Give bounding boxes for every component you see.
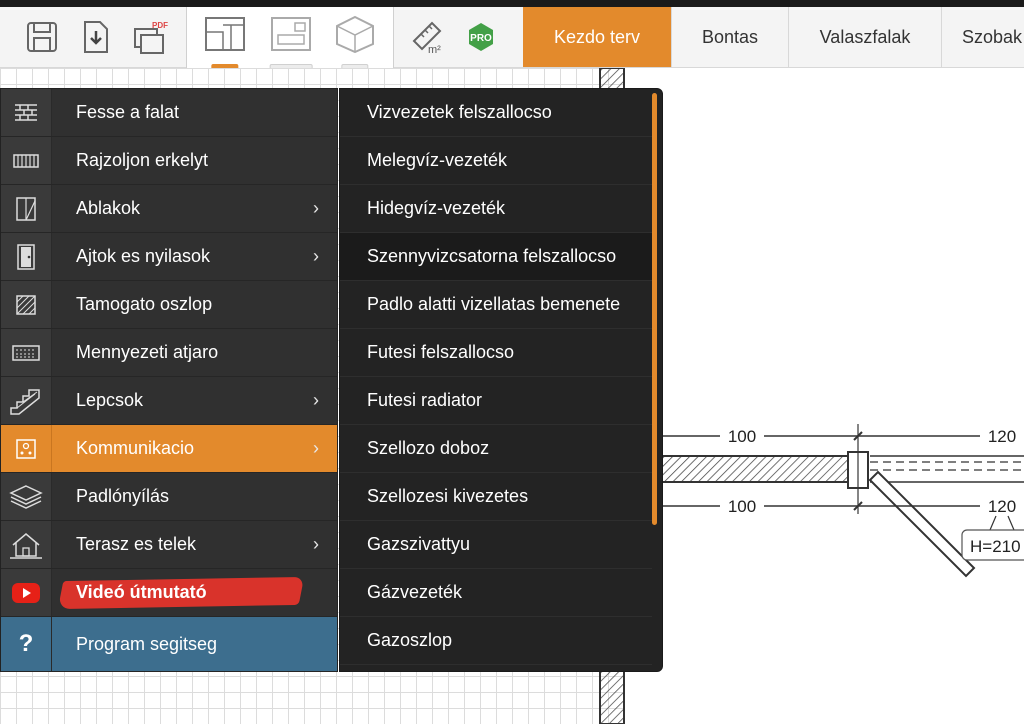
- dimension-top-b: 120: [988, 427, 1016, 446]
- dimension-top-a: 100: [728, 427, 756, 446]
- pdf-export-icon[interactable]: PDF: [132, 19, 168, 55]
- door-icon: [1, 233, 52, 280]
- ceiling-opening-icon: [1, 329, 52, 376]
- menu-item-lepcsok[interactable]: Lepcsok ›: [1, 377, 337, 425]
- floor-opening-icon: [1, 473, 52, 520]
- submenu-item[interactable]: Gazoszlop: [340, 617, 652, 665]
- submenu-item[interactable]: Szellozesi kivezetes: [340, 473, 652, 521]
- chevron-right-icon: ›: [313, 246, 319, 266]
- submenu-item[interactable]: Padlo alatti vizellatas bemenete: [340, 281, 652, 329]
- dimension-bottom-a: 100: [728, 497, 756, 516]
- menu-item-label: Kommunikacio: [76, 438, 195, 458]
- window-top-strip: [0, 0, 1024, 7]
- wall-horizontal: [661, 455, 851, 483]
- chevron-right-icon: ›: [313, 198, 319, 218]
- menu-item-label: Videó útmutató: [76, 582, 207, 602]
- save-icon[interactable]: [24, 19, 60, 55]
- kommunikacio-submenu: Vizvezetek felszallocso Melegvíz-vezeték…: [339, 88, 663, 672]
- utilities-icon: [1, 425, 52, 472]
- submenu-item-hovered[interactable]: Szennyvizcsatorna felszallocso: [340, 233, 652, 281]
- dimension-bottom-b: 120: [988, 497, 1016, 516]
- menu-item-program-segitseg[interactable]: ? Program segitseg: [1, 617, 337, 672]
- menu-item-fesse-a-falat[interactable]: Fesse a falat: [1, 89, 337, 137]
- submenu-item[interactable]: Gazszivattyu: [340, 521, 652, 569]
- furniture-plan-icon: [269, 15, 313, 53]
- menu-item-label: Ajtok es nyilasok: [76, 246, 211, 266]
- menu-item-label: Program segitseg: [76, 633, 218, 654]
- stairs-icon: [1, 377, 52, 424]
- submenu-item-label: Melegvíz-vezeték: [367, 150, 508, 170]
- submenu-item-label: Hidegvíz-vezeték: [367, 198, 506, 218]
- menu-item-kommunikacio[interactable]: Kommunikacio ›: [1, 425, 337, 473]
- menu-item-label: Fesse a falat: [76, 102, 180, 122]
- submenu-item-label: Vizvezetek felszallocso: [367, 102, 552, 122]
- menu-item-label: Mennyezeti atjaro: [76, 342, 219, 362]
- chevron-right-icon: ›: [313, 438, 319, 458]
- menu-item-ablakok[interactable]: Ablakok ›: [1, 185, 337, 233]
- menu-item-label: Tamogato oszlop: [76, 294, 213, 314]
- brick-wall-icon: [1, 89, 52, 136]
- menu-item-ajtok-es-nyilasok[interactable]: Ajtok es nyilasok ›: [1, 233, 337, 281]
- submenu-item-label: Szennyvizcsatorna felszallocso: [367, 246, 617, 266]
- area-m2-icon[interactable]: m²: [410, 19, 446, 55]
- submenu-item-label: Futesi radiator: [367, 390, 483, 410]
- youtube-icon: [1, 569, 52, 616]
- tab-bontas[interactable]: Bontas: [671, 7, 788, 67]
- svg-text:PRO: PRO: [470, 33, 492, 44]
- menu-item-video-utmutato[interactable]: Videó útmutató: [1, 569, 337, 617]
- menu-item-label: Lepcsok: [76, 390, 144, 410]
- menu-item-padlonyilas[interactable]: Padlónyílás: [1, 473, 337, 521]
- submenu-item-label: Gazoszlop: [367, 630, 453, 650]
- house-plot-icon: [1, 521, 52, 568]
- view-walls-button[interactable]: Falak: [261, 11, 321, 82]
- chevron-right-icon: ›: [313, 534, 319, 554]
- menu-item-label: Ablakok: [76, 198, 141, 218]
- menu-item-label: Terasz es telek: [76, 534, 197, 554]
- submenu-item-label: Gazszivattyu: [367, 534, 471, 554]
- submenu-scrollbar[interactable]: [652, 93, 657, 525]
- submenu-item[interactable]: Szellozo doboz: [340, 425, 652, 473]
- tab-valaszfalak[interactable]: Valaszfalak: [788, 7, 941, 67]
- import-icon[interactable]: [78, 19, 114, 55]
- chevron-right-icon: ›: [313, 390, 319, 410]
- balcony-icon: [1, 137, 52, 184]
- stage-tabs: Kezdo terv Bontas Valaszfalak Szobak: [523, 7, 1024, 67]
- window-icon: [1, 185, 52, 232]
- menu-item-tamogato-oszlop[interactable]: Tamogato oszlop: [1, 281, 337, 329]
- floorplan-2d-icon: [203, 15, 247, 53]
- door-height-label: H=210: [970, 537, 1021, 556]
- room-3d-icon: [333, 15, 377, 53]
- submenu-item[interactable]: Gázvezeték: [340, 569, 652, 617]
- view-3d-button[interactable]: 3D: [325, 11, 385, 82]
- pro-badge[interactable]: PRO: [463, 19, 499, 55]
- submenu-item-label: Futesi felszallocso: [367, 342, 515, 362]
- menu-item-label: Padlónyílás: [76, 486, 170, 506]
- submenu-item[interactable]: Futesi radiator: [340, 377, 652, 425]
- svg-text:m²: m²: [428, 44, 441, 55]
- menu-item-terasz-es-telek[interactable]: Terasz es telek ›: [1, 521, 337, 569]
- view-2d-button[interactable]: 2D: [195, 11, 255, 82]
- menu-item-label: Rajzoljon erkelyt: [76, 150, 209, 170]
- submenu-item-label: Gázvezeték: [367, 582, 463, 602]
- tab-szobak[interactable]: Szobak: [941, 7, 1024, 67]
- menu-item-rajzoljon-erkelyt[interactable]: Rajzoljon erkelyt: [1, 137, 337, 185]
- submenu-item-label: Szellozo doboz: [367, 438, 490, 458]
- menu-item-mennyezeti-atjaro[interactable]: Mennyezeti atjaro: [1, 329, 337, 377]
- column-icon: [1, 281, 52, 328]
- submenu-item[interactable]: Vizvezetek felszallocso: [340, 89, 652, 137]
- submenu-item[interactable]: Futesi felszallocso: [340, 329, 652, 377]
- submenu-item-label: Szellozesi kivezetes: [367, 486, 529, 506]
- view-mode-switcher: 2D Falak 3D: [186, 7, 394, 82]
- submenu-item-label: Padlo alatti vizellatas bemenete: [367, 294, 621, 314]
- submenu-item[interactable]: Hidegvíz-vezeték: [340, 185, 652, 233]
- add-element-menu: Fesse a falat Rajzoljon erkelyt Ablakok …: [0, 88, 338, 672]
- question-icon: ?: [1, 617, 52, 671]
- svg-text:PDF: PDF: [152, 21, 168, 30]
- submenu-item[interactable]: Melegvíz-vezeték: [340, 137, 652, 185]
- tab-kezdo-terv[interactable]: Kezdo terv: [523, 7, 671, 67]
